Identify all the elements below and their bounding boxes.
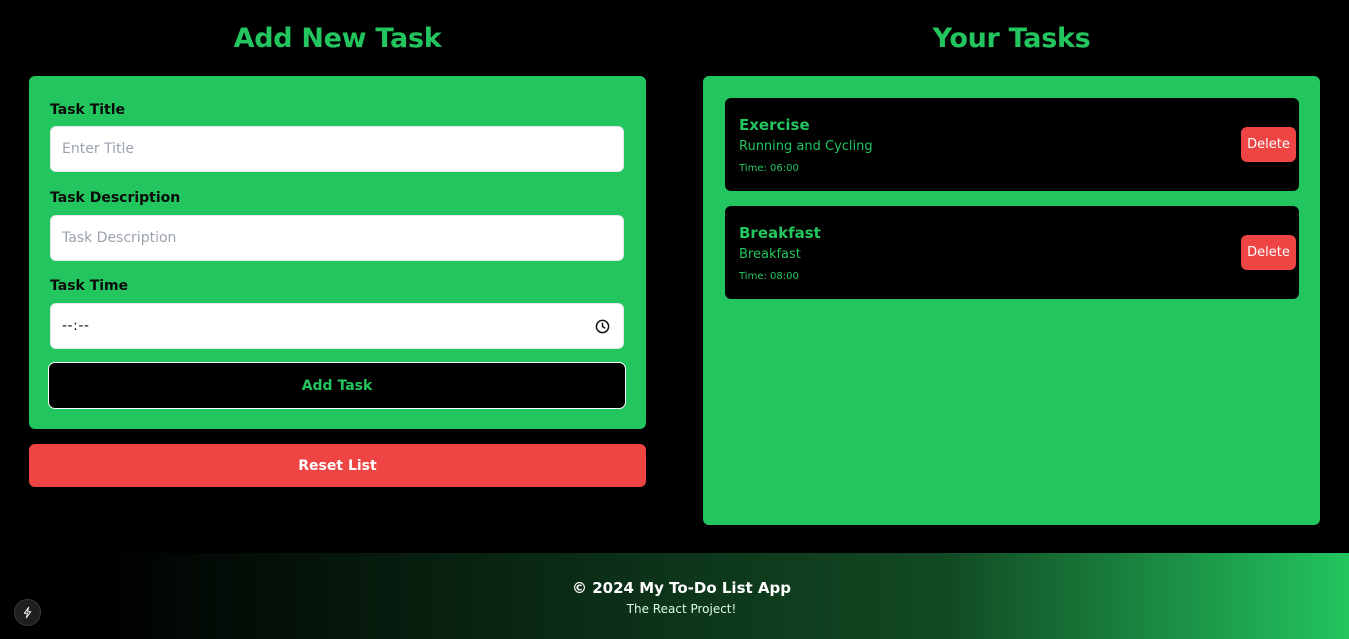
add-task-button[interactable]: Add Task [48, 362, 626, 409]
add-task-heading: Add New Task [233, 23, 442, 54]
task-card: Breakfast Breakfast Time: 08:00 Delete [725, 206, 1299, 299]
lightning-icon [23, 606, 32, 619]
task-description-input[interactable]: Task Description [50, 215, 624, 261]
reset-list-button[interactable]: Reset List [29, 444, 646, 487]
your-tasks-heading: Your Tasks [932, 23, 1091, 54]
clock-icon[interactable] [595, 319, 610, 334]
footer-subtitle: The React Project! [626, 602, 737, 616]
task-time: Time: 06:00 [739, 163, 799, 174]
task-time-value: --:-- [62, 318, 90, 334]
task-title-input[interactable]: Enter Title [50, 126, 624, 172]
app-root: Add New Task Task Title Enter Title Task… [0, 0, 1349, 639]
task-list: Exercise Running and Cycling Time: 06:00… [703, 76, 1320, 525]
task-title: Breakfast [739, 224, 821, 242]
delete-task-button[interactable]: Delete [1241, 127, 1296, 162]
task-time-input[interactable]: --:-- [50, 303, 624, 349]
task-description-placeholder: Task Description [62, 230, 177, 246]
task-time-label: Task Time [50, 278, 129, 294]
task-description-label: Task Description [50, 190, 181, 206]
task-title: Exercise [739, 116, 810, 134]
add-task-form: Task Title Enter Title Task Description … [29, 76, 646, 429]
task-description: Breakfast [739, 247, 801, 262]
footer: © 2024 My To-Do List App The React Proje… [14, 553, 1349, 639]
task-time: Time: 08:00 [739, 271, 799, 282]
dev-tools-badge[interactable] [14, 599, 41, 626]
task-description: Running and Cycling [739, 139, 873, 154]
task-title-label: Task Title [50, 102, 126, 118]
task-title-placeholder: Enter Title [62, 141, 135, 157]
delete-task-button[interactable]: Delete [1241, 235, 1296, 270]
footer-title: © 2024 My To-Do List App [572, 579, 791, 597]
task-card: Exercise Running and Cycling Time: 06:00… [725, 98, 1299, 191]
